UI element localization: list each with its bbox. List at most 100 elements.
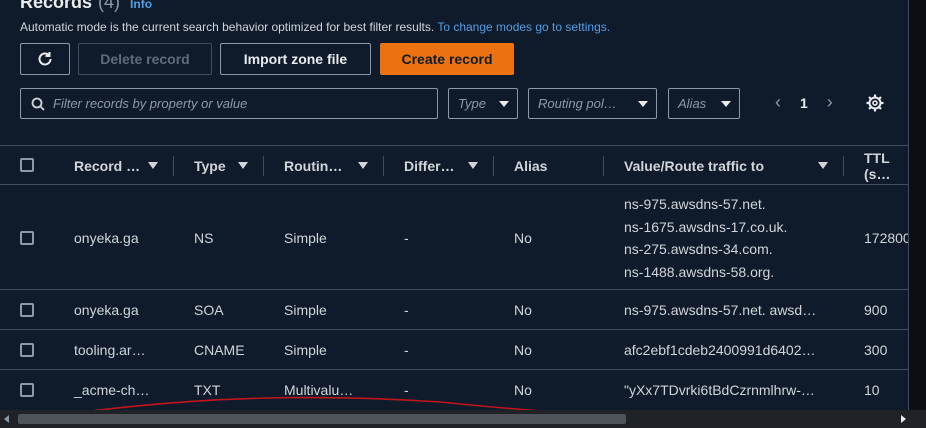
routing-policy-filter-select[interactable]: Routing pol… <box>528 88 657 119</box>
column-header-value[interactable]: Value/Route traffic to <box>624 146 764 186</box>
column-label: Differ… <box>404 158 455 174</box>
horizontal-scrollbar[interactable] <box>0 410 926 428</box>
record-value: afc2ebf1cdeb2400991d6402… <box>624 342 816 358</box>
column-divider <box>383 156 384 176</box>
record-name: _acme-ch… <box>74 382 150 398</box>
table-header: Record … Type Routin… Differ… Alias Valu… <box>0 145 908 185</box>
routing-policy: Simple <box>284 342 327 358</box>
refresh-icon <box>38 52 52 66</box>
column-label: Routin… <box>284 158 343 174</box>
value-line: ns-275.awsdns-34.com. <box>624 241 773 257</box>
table-row[interactable]: onyeka.ga SOA Simple - No ns-975.awsdns-… <box>0 290 908 330</box>
next-page-icon[interactable]: › <box>824 92 836 113</box>
column-divider <box>493 156 494 176</box>
routing-filter-label: Routing pol… <box>538 96 617 111</box>
column-header-alias[interactable]: Alias <box>514 146 547 186</box>
column-header-record-name[interactable]: Record … <box>74 146 140 186</box>
info-link[interactable]: Info <box>130 0 152 11</box>
record-type: NS <box>194 230 214 246</box>
select-all-checkbox[interactable] <box>20 158 34 172</box>
record-value: "yXx7TDvrki6tBdCzrnmlhrw-… <box>624 382 815 398</box>
row-checkbox[interactable] <box>20 383 34 397</box>
table-row[interactable]: tooling.ar… CNAME Simple - No afc2ebf1cd… <box>0 330 908 370</box>
settings-link[interactable]: To change modes go to settings. <box>437 20 610 34</box>
differentiator: - <box>404 302 409 318</box>
column-header-ttl[interactable]: TTL (s… <box>864 146 908 186</box>
column-label: Record … <box>74 158 141 174</box>
type-filter-select[interactable]: Type <box>448 88 518 119</box>
value-line: ns-975.awsdns-57.net. <box>624 196 766 212</box>
current-page-number[interactable]: 1 <box>800 95 808 111</box>
differentiator: - <box>404 230 409 246</box>
alias-filter-select[interactable]: Alias <box>668 88 740 119</box>
alias-filter-label: Alias <box>678 96 707 111</box>
row-checkbox[interactable] <box>20 303 34 317</box>
scroll-right-icon[interactable] <box>901 415 906 423</box>
sort-icon[interactable] <box>238 162 248 169</box>
column-header-type[interactable]: Type <box>194 146 226 186</box>
type-filter-label: Type <box>458 96 486 111</box>
search-icon <box>31 97 45 111</box>
column-divider <box>173 156 174 176</box>
records-header: Records (4) Info <box>20 0 152 16</box>
refresh-button[interactable] <box>20 43 70 75</box>
column-label: Value/Route traffic to <box>624 158 765 174</box>
caret-down-icon <box>721 100 731 107</box>
scroll-left-icon[interactable] <box>4 415 9 423</box>
sort-icon[interactable] <box>358 162 368 169</box>
table-row[interactable]: _acme-ch… TXT Multivalu… - No "yXx7TDvrk… <box>0 370 908 410</box>
pagination: ‹ 1 › <box>772 92 836 113</box>
column-divider <box>843 156 844 176</box>
alias: No <box>514 230 532 246</box>
search-mode-description: Automatic mode is the current search beh… <box>20 20 610 34</box>
value-line: ns-1488.awsdns-58.org. <box>624 263 775 280</box>
alias: No <box>514 382 532 398</box>
page-title: Records <box>20 0 93 12</box>
row-checkbox[interactable] <box>20 231 34 245</box>
caret-down-icon <box>638 100 648 107</box>
column-label: Alias <box>514 158 548 174</box>
sort-icon[interactable] <box>818 162 828 169</box>
alias: No <box>514 342 532 358</box>
routing-policy: Multivalu… <box>284 382 354 398</box>
record-name: tooling.ar… <box>74 342 146 358</box>
import-zone-file-button[interactable]: Import zone file <box>220 43 371 75</box>
column-label: TTL (s… <box>864 150 891 182</box>
record-name: onyeka.ga <box>74 230 139 246</box>
records-table: Record … Type Routin… Differ… Alias Valu… <box>0 145 911 410</box>
column-label: Type <box>194 158 226 174</box>
record-name: onyeka.ga <box>74 302 139 318</box>
ttl: 172800 <box>864 230 911 246</box>
search-mode-text: Automatic mode is the current search beh… <box>20 20 435 34</box>
records-panel: Records (4) Info Automatic mode is the c… <box>0 0 911 410</box>
scrollbar-thumb[interactable] <box>18 414 626 424</box>
records-count: (4) <box>98 0 121 12</box>
filter-search-input[interactable]: Filter records by property or value <box>20 88 438 119</box>
value-line: ns-1675.awsdns-17.co.uk. <box>624 218 788 235</box>
alias: No <box>514 302 532 318</box>
sort-icon[interactable] <box>468 162 478 169</box>
routing-policy: Simple <box>284 230 327 246</box>
row-checkbox[interactable] <box>20 343 34 357</box>
record-type: SOA <box>194 302 224 318</box>
search-placeholder: Filter records by property or value <box>53 96 248 111</box>
ttl: 900 <box>864 302 888 318</box>
column-header-routing-policy[interactable]: Routin… <box>284 146 342 186</box>
routing-policy: Simple <box>284 302 327 318</box>
ttl: 300 <box>864 342 888 358</box>
delete-record-button[interactable]: Delete record <box>78 43 212 75</box>
column-divider <box>263 156 264 176</box>
previous-page-icon[interactable]: ‹ <box>772 92 784 113</box>
record-type: TXT <box>194 382 221 398</box>
column-header-differentiator[interactable]: Differ… <box>404 146 455 186</box>
panel-edge <box>908 0 926 410</box>
create-record-button[interactable]: Create record <box>380 43 514 75</box>
record-type: CNAME <box>194 342 245 358</box>
sort-icon[interactable] <box>148 162 158 169</box>
caret-down-icon <box>499 100 509 107</box>
differentiator: - <box>404 382 409 398</box>
gear-icon[interactable] <box>866 94 884 112</box>
differentiator: - <box>404 342 409 358</box>
ttl: 10 <box>864 382 880 398</box>
table-row[interactable]: onyeka.ga NS Simple - No ns-975.awsdns-5… <box>0 185 911 290</box>
